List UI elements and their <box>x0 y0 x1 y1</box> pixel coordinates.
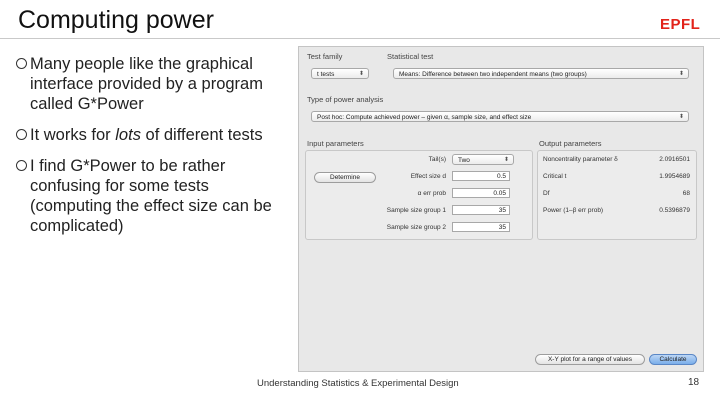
select-arrows-icon: ⬍ <box>503 157 509 163</box>
output-value: 0.5396879 <box>659 207 690 214</box>
output-value: 68 <box>682 190 690 197</box>
output-label: Critical t <box>543 173 567 180</box>
test-family-select[interactable]: t tests ⬍ <box>311 68 369 79</box>
bullet-list: Many people like the graphical interface… <box>16 54 286 247</box>
tails-select[interactable]: Two ⬍ <box>452 154 514 165</box>
title-divider <box>0 38 720 39</box>
tails-value: Two <box>458 157 470 164</box>
statistical-test-label: Statistical test <box>387 52 434 61</box>
select-arrows-icon: ⬍ <box>358 71 364 77</box>
output-label: Power (1–β err prob) <box>543 207 604 214</box>
bullet-item: Many people like the graphical interface… <box>16 54 286 114</box>
sample-size-group1-field[interactable]: 35 <box>452 205 510 215</box>
output-value: 1.9954689 <box>659 173 690 180</box>
output-label: Noncentrality parameter δ <box>543 156 618 163</box>
input-label: Sample size group 2 <box>386 224 446 231</box>
alpha-field[interactable]: 0.05 <box>452 188 510 198</box>
xy-plot-button[interactable]: X-Y plot for a range of values <box>535 354 645 365</box>
input-label: α err prob <box>417 190 446 197</box>
statistical-test-value: Means: Difference between two independen… <box>399 71 587 78</box>
analysis-type-value: Post hoc: Compute achieved power – given… <box>317 114 532 121</box>
page-number: 18 <box>688 377 700 388</box>
sample-size-group2-field[interactable]: 35 <box>452 222 510 232</box>
input-parameters-panel: Determine Tail(s) Two ⬍ Effect size d 0.… <box>305 150 533 240</box>
gpower-window: Test family t tests ⬍ Statistical test M… <box>298 46 704 372</box>
input-parameters-label: Input parameters <box>307 139 364 148</box>
test-family-label: Test family <box>307 52 343 61</box>
output-parameters-label: Output parameters <box>539 139 602 148</box>
select-arrows-icon: ⬍ <box>678 114 684 120</box>
input-label: Sample size group 1 <box>386 207 446 214</box>
slide-title: Computing power <box>18 6 214 34</box>
analysis-type-select[interactable]: Post hoc: Compute achieved power – given… <box>311 111 689 122</box>
statistical-test-select[interactable]: Means: Difference between two independen… <box>393 68 689 79</box>
bullet-item: It works for lots of different tests <box>16 125 286 145</box>
bullet-circle-icon <box>16 129 27 140</box>
bullet-item: I find G*Power to be rather confusing fo… <box>16 156 286 236</box>
output-parameters-panel: Noncentrality parameter δ 2.0916501 Crit… <box>537 150 697 240</box>
bullet-text-post: of different tests <box>140 126 263 144</box>
bullet-text: I find G*Power to be rather confusing fo… <box>30 157 272 235</box>
epfl-logo: EPFL <box>660 16 701 33</box>
bullet-text-emphasis: lots <box>115 126 141 144</box>
bullet-text: Many people like the graphical interface… <box>30 55 263 113</box>
analysis-type-label: Type of power analysis <box>307 95 384 104</box>
bullet-text-pre: It works for <box>30 126 116 144</box>
calculate-button[interactable]: Calculate <box>649 354 697 365</box>
input-label: Effect size d <box>410 173 446 180</box>
bullet-circle-icon <box>16 58 27 69</box>
slide-footer: Understanding Statistics & Experimental … <box>257 378 459 389</box>
effect-size-field[interactable]: 0.5 <box>452 171 510 181</box>
test-family-value: t tests <box>317 71 335 78</box>
input-label: Tail(s) <box>428 156 446 163</box>
output-label: Df <box>543 190 550 197</box>
select-arrows-icon: ⬍ <box>678 71 684 77</box>
output-value: 2.0916501 <box>659 156 690 163</box>
bullet-circle-icon <box>16 160 27 171</box>
